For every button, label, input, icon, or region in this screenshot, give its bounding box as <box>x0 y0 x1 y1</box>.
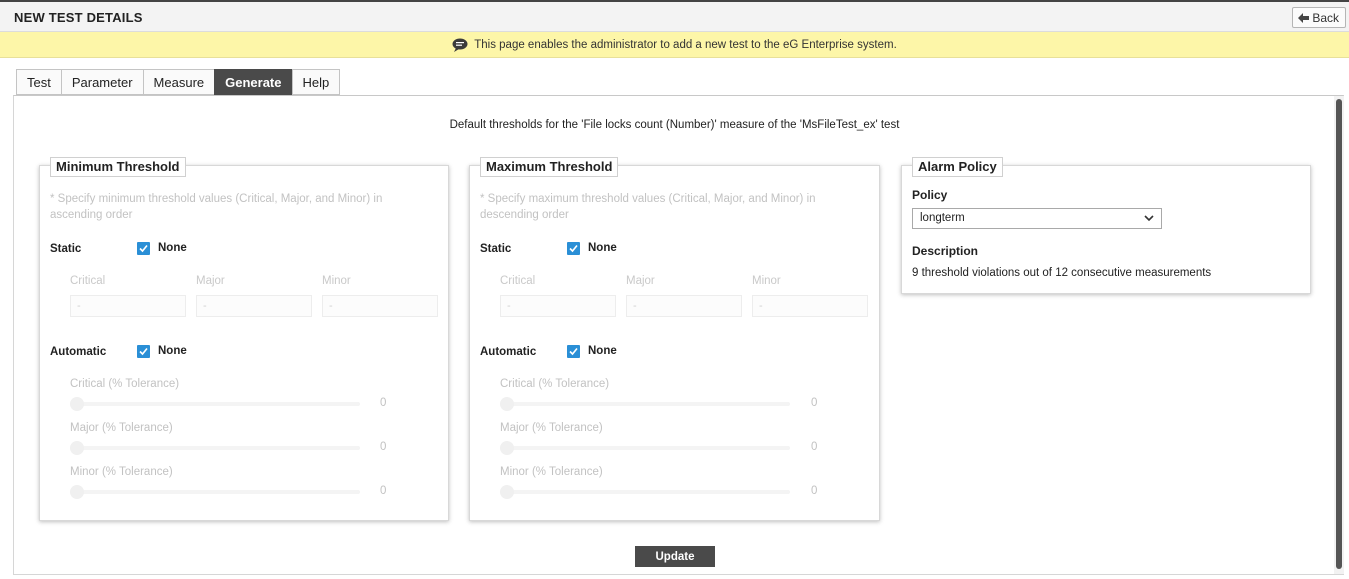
page-header: NEW TEST DETAILS Back <box>0 0 1349 32</box>
major-tolerance-label: Major (% Tolerance) <box>70 422 173 434</box>
minimum-threshold-hint: * Specify minimum threshold values (Crit… <box>50 193 383 221</box>
automatic-none-label: None <box>588 345 617 357</box>
critical-column-label: Critical <box>70 275 106 287</box>
static-label: Static <box>480 243 512 255</box>
automatic-label: Automatic <box>480 346 537 358</box>
major-tolerance-slider[interactable] <box>70 446 360 450</box>
speech-bubble-icon <box>452 38 468 52</box>
checkmark-icon <box>569 244 578 253</box>
minimum-threshold-panel: Minimum Threshold * Specify minimum thre… <box>39 157 449 521</box>
tab-generate[interactable]: Generate <box>214 69 292 95</box>
critical-tolerance-value: 0 <box>811 397 818 409</box>
measure-subtitle: Default thresholds for the 'File locks c… <box>449 119 900 131</box>
minor-column-label: Minor <box>752 275 781 287</box>
minor-tolerance-value: 0 <box>380 485 387 497</box>
major-tolerance-label: Major (% Tolerance) <box>500 422 603 434</box>
critical-threshold-input[interactable]: - <box>500 295 616 317</box>
major-column-label: Major <box>626 275 655 287</box>
static-none-checkbox[interactable] <box>567 242 580 255</box>
policy-label: Policy <box>912 188 948 202</box>
maximum-threshold-panel: Maximum Threshold * Specify maximum thre… <box>469 157 880 521</box>
tab-test[interactable]: Test <box>16 69 61 95</box>
critical-tolerance-handle[interactable] <box>70 397 84 411</box>
minor-threshold-input[interactable]: - <box>322 295 438 317</box>
tab-bar: Test Parameter Measure Generate Help <box>16 69 341 95</box>
checkmark-icon <box>569 347 578 356</box>
info-message: This page enables the administrator to a… <box>474 38 897 51</box>
alarm-policy-title: Alarm Policy <box>912 157 1003 177</box>
critical-tolerance-label: Critical (% Tolerance) <box>70 378 180 390</box>
static-none-label: None <box>158 242 187 254</box>
info-banner: This page enables the administrator to a… <box>0 32 1349 58</box>
major-tolerance-handle[interactable] <box>70 441 84 455</box>
static-label: Static <box>50 243 82 255</box>
major-tolerance-slider[interactable] <box>500 446 790 450</box>
tab-help[interactable]: Help <box>291 69 341 95</box>
major-column-label: Major <box>196 275 225 287</box>
back-button[interactable]: Back <box>1292 7 1346 28</box>
back-arrow-icon <box>1298 12 1310 23</box>
minor-threshold-input[interactable]: - <box>752 295 868 317</box>
alarm-policy-panel: Alarm Policy Policy longterm Description… <box>901 157 1311 294</box>
minor-tolerance-slider[interactable] <box>70 490 360 494</box>
static-none-checkbox[interactable] <box>137 242 150 255</box>
critical-tolerance-label: Critical (% Tolerance) <box>500 378 610 390</box>
minor-tolerance-handle[interactable] <box>500 485 514 499</box>
major-tolerance-value: 0 <box>811 441 818 453</box>
automatic-none-checkbox[interactable] <box>137 345 150 358</box>
major-threshold-input[interactable]: - <box>196 295 312 317</box>
automatic-none-checkbox[interactable] <box>567 345 580 358</box>
major-tolerance-value: 0 <box>380 441 387 453</box>
update-button[interactable]: Update <box>635 546 715 567</box>
description-label: Description <box>912 244 979 258</box>
policy-description: 9 threshold violations out of 12 consecu… <box>912 267 1212 279</box>
critical-tolerance-handle[interactable] <box>500 397 514 411</box>
tab-measure[interactable]: Measure <box>142 69 215 95</box>
minor-tolerance-handle[interactable] <box>70 485 84 499</box>
critical-tolerance-slider[interactable] <box>500 402 790 406</box>
minor-tolerance-label: Minor (% Tolerance) <box>70 466 173 478</box>
policy-select[interactable]: longterm <box>912 208 1162 229</box>
checkmark-icon <box>139 244 148 253</box>
major-threshold-input[interactable]: - <box>626 295 742 317</box>
tab-parameter[interactable]: Parameter <box>60 69 143 95</box>
scrollbar-thumb[interactable] <box>1336 99 1342 569</box>
static-none-label: None <box>588 242 617 254</box>
automatic-label: Automatic <box>50 346 107 358</box>
checkmark-icon <box>139 347 148 356</box>
automatic-none-label: None <box>158 345 187 357</box>
minor-tolerance-value: 0 <box>811 485 818 497</box>
minor-tolerance-slider[interactable] <box>500 490 790 494</box>
minor-column-label: Minor <box>322 275 351 287</box>
maximum-threshold-title: Maximum Threshold <box>480 157 619 177</box>
minor-tolerance-label: Minor (% Tolerance) <box>500 466 603 478</box>
critical-column-label: Critical <box>500 275 536 287</box>
critical-threshold-input[interactable]: - <box>70 295 186 317</box>
back-button-label: Back <box>1312 10 1339 25</box>
minimum-threshold-title: Minimum Threshold <box>50 157 186 177</box>
critical-tolerance-slider[interactable] <box>70 402 360 406</box>
critical-tolerance-value: 0 <box>380 397 387 409</box>
maximum-threshold-hint: * Specify maximum threshold values (Crit… <box>480 193 816 221</box>
chevron-down-icon <box>1144 215 1154 222</box>
policy-selected-value: longterm <box>920 212 965 224</box>
page-title: NEW TEST DETAILS <box>14 10 143 25</box>
major-tolerance-handle[interactable] <box>500 441 514 455</box>
